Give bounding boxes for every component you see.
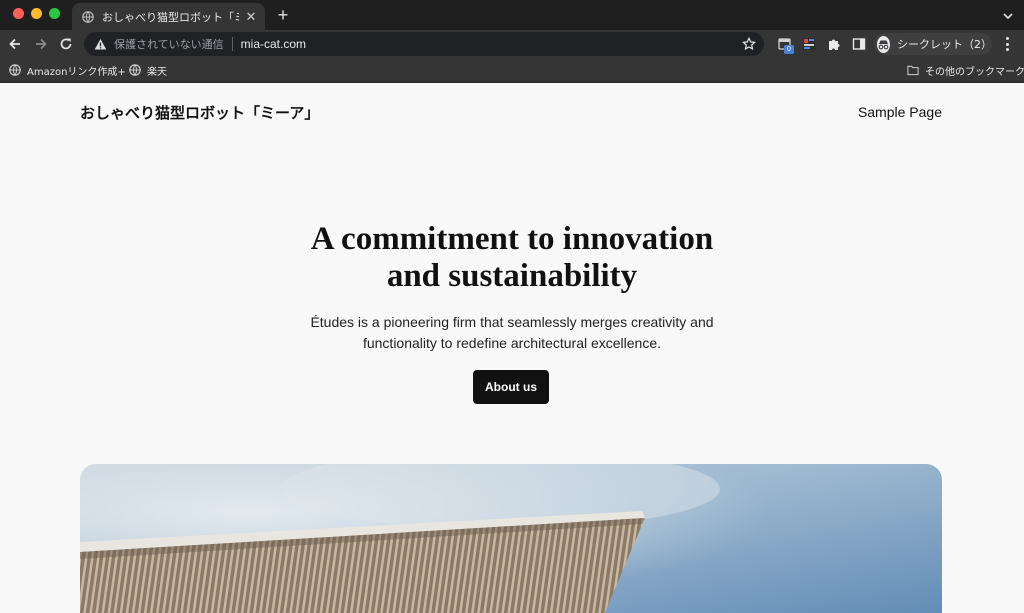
bookmark-star-icon[interactable] (742, 37, 756, 51)
reload-icon[interactable] (58, 36, 74, 52)
hero-description-line-2: functionality to redefine architectural … (362, 335, 662, 351)
hero-description: Études is a pioneering firm that seamles… (262, 312, 762, 354)
browser-titlebar: おしゃべり猫型ロボット「ミーア」 ✕ + (0, 0, 1024, 30)
incognito-icon (877, 35, 890, 53)
forward-arrow-icon[interactable] (33, 36, 49, 52)
globe-icon (9, 64, 21, 76)
hero-heading: A commitment to innovation and sustainab… (212, 221, 812, 295)
globe-icon (82, 10, 94, 23)
bookmarks-bar: Amazonリンク作成+ 楽天 その他のブックマーク (0, 58, 1024, 83)
puzzle-icon[interactable] (827, 37, 841, 51)
browser-tab[interactable]: おしゃべり猫型ロボット「ミーア」 ✕ (72, 3, 265, 30)
bookmark-item-rakuten[interactable]: 楽天 (129, 63, 167, 78)
maximize-window-button[interactable] (49, 8, 60, 19)
browser-toolbar: 保護されていない通信 mia-cat.com シークレット（2） (0, 30, 1024, 58)
hero-heading-line-2: and sustainability (386, 258, 638, 294)
other-bookmarks-folder[interactable]: その他のブックマーク (907, 63, 1024, 78)
close-window-button[interactable] (13, 8, 24, 19)
bookmark-label: Amazonリンク作成+ (27, 66, 126, 78)
address-divider (231, 37, 233, 51)
nav-link-sample-page[interactable]: Sample Page (858, 104, 942, 120)
extension-badge: 0 (784, 45, 794, 54)
address-bar[interactable]: 保護されていない通信 mia-cat.com (84, 32, 764, 56)
globe-icon (129, 64, 141, 76)
hero-architecture-image (80, 464, 942, 613)
more-menu-icon[interactable] (1001, 37, 1013, 51)
extension-bookmark-icon[interactable] (802, 37, 816, 51)
minimize-window-button[interactable] (31, 8, 42, 19)
warning-icon[interactable] (94, 38, 107, 51)
side-panel-icon[interactable] (852, 37, 866, 51)
hero-description-line-1: Études is a pioneering firm that seamles… (310, 314, 714, 330)
chevron-down-icon[interactable] (1002, 9, 1014, 21)
hero-heading-line-1: A commitment to innovation (310, 221, 714, 257)
url-text[interactable]: mia-cat.com (241, 37, 306, 51)
folder-icon (907, 64, 919, 76)
site-title[interactable]: おしゃべり猫型ロボット「ミーア」 (80, 102, 319, 123)
bookmark-item-amazon[interactable]: Amazonリンク作成+ (9, 63, 126, 78)
other-bookmarks-label: その他のブックマーク (925, 66, 1024, 78)
back-arrow-icon[interactable] (7, 36, 23, 52)
incognito-profile-button[interactable]: シークレット（2） (874, 33, 992, 55)
page-content: おしゃべり猫型ロボット「ミーア」 Sample Page A commitmen… (0, 84, 1024, 613)
tab-close-icon[interactable]: ✕ (245, 10, 257, 23)
about-us-button[interactable]: About us (473, 370, 549, 404)
profile-label: シークレット（2） (897, 38, 992, 51)
security-status-label[interactable]: 保護されていない通信 (114, 36, 224, 52)
tab-title: おしゃべり猫型ロボット「ミーア」 (102, 10, 239, 24)
new-tab-button[interactable]: + (274, 6, 292, 24)
bookmark-label: 楽天 (147, 66, 167, 78)
